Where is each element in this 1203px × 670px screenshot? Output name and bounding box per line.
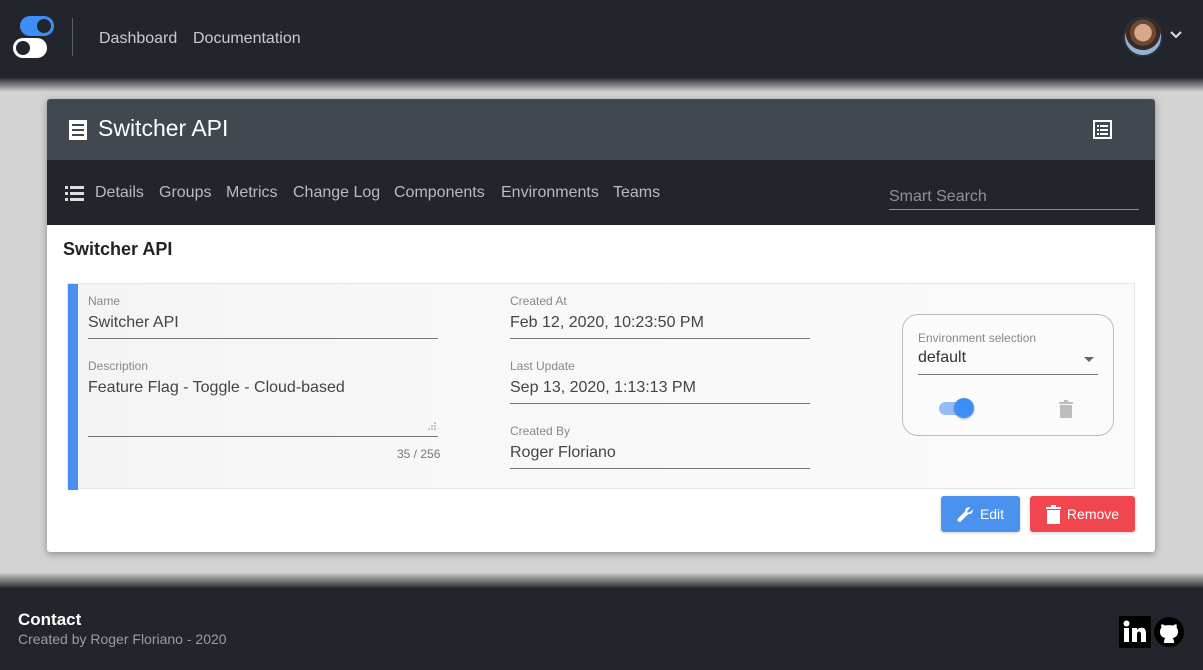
created-at-value: Feb 12, 2020, 10:23:50 PM [510, 314, 810, 339]
toggle-thumb [954, 398, 974, 418]
created-by-label: Created By [510, 424, 571, 438]
document-icon [69, 120, 87, 140]
tab-details[interactable]: Details [95, 184, 144, 202]
app-logo[interactable] [13, 16, 55, 60]
environment-selected-value: default [918, 349, 967, 366]
logo-toggle-off [13, 38, 47, 58]
footer-shadow [0, 572, 1203, 588]
tab-components[interactable]: Components [394, 184, 485, 202]
description-textarea[interactable] [88, 379, 438, 437]
tab-bar: Details Groups Metrics Change Log Compon… [47, 160, 1155, 225]
environment-label: Environment selection [918, 331, 1037, 345]
user-avatar[interactable] [1123, 17, 1163, 57]
smart-search [889, 184, 1139, 210]
topbar-shadow [0, 78, 1203, 92]
environment-active-toggle[interactable] [937, 397, 975, 419]
nav-link-dashboard[interactable]: Dashboard [99, 30, 177, 48]
last-update-value: Sep 13, 2020, 1:13:13 PM [510, 379, 810, 404]
tab-groups[interactable]: Groups [159, 184, 211, 202]
dropdown-arrow-icon [1084, 357, 1094, 362]
list-icon[interactable] [1093, 120, 1112, 139]
card-title: Switcher API [98, 115, 229, 141]
footer-subtitle: Created by Roger Floriano - 2020 [18, 631, 227, 647]
tab-change-log[interactable]: Change Log [293, 184, 380, 202]
last-update-label: Last Update [510, 359, 575, 373]
description-counter: 35 / 256 [397, 447, 441, 461]
name-label: Name [88, 294, 121, 308]
remove-button[interactable]: Remove [1030, 496, 1135, 532]
last-update-field: Last Update Sep 13, 2020, 1:13:13 PM [510, 359, 810, 404]
nav-divider [72, 18, 73, 56]
environment-select[interactable]: default [918, 349, 1098, 375]
top-navbar: Dashboard Documentation [0, 0, 1203, 78]
menu-icon[interactable] [65, 186, 84, 202]
resize-grip-icon[interactable] [428, 422, 436, 430]
domain-card: Switcher API Details Groups Metrics Chan… [47, 99, 1155, 552]
delete-environment-icon[interactable] [1059, 400, 1073, 418]
chevron-down-icon[interactable] [1169, 28, 1183, 42]
footer: Contact Created by Roger Floriano - 2020 [0, 588, 1203, 670]
logo-toggle-on [20, 16, 54, 36]
environment-box: Environment selection default [902, 314, 1114, 436]
card-header: Switcher API [47, 99, 1155, 160]
linkedin-icon[interactable] [1119, 616, 1151, 648]
tab-metrics[interactable]: Metrics [226, 184, 278, 202]
description-label: Description [88, 359, 149, 373]
description-field: Description [88, 359, 438, 437]
tab-environments[interactable]: Environments [501, 184, 599, 202]
remove-label: Remove [1066, 506, 1120, 522]
wrench-icon [957, 506, 973, 522]
nav-link-documentation[interactable]: Documentation [193, 30, 301, 48]
created-by-field: Created By Roger Floriano [510, 424, 810, 469]
footer-title: Contact [18, 610, 82, 629]
edit-button[interactable]: Edit [941, 496, 1020, 532]
created-at-label: Created At [510, 294, 567, 308]
name-input[interactable] [88, 314, 438, 339]
github-icon[interactable] [1153, 616, 1185, 648]
section-title: Switcher API [63, 239, 173, 259]
edit-label: Edit [979, 506, 1005, 522]
created-at-field: Created At Feb 12, 2020, 10:23:50 PM [510, 294, 810, 339]
smart-search-input[interactable] [889, 184, 1139, 209]
accent-bar [68, 284, 78, 490]
name-field: Name [88, 294, 438, 339]
created-by-value: Roger Floriano [510, 444, 810, 469]
detail-panel: Name Description 35 / 256 Created At Feb… [67, 283, 1135, 490]
trash-icon [1045, 504, 1061, 524]
tab-teams[interactable]: Teams [613, 184, 660, 202]
